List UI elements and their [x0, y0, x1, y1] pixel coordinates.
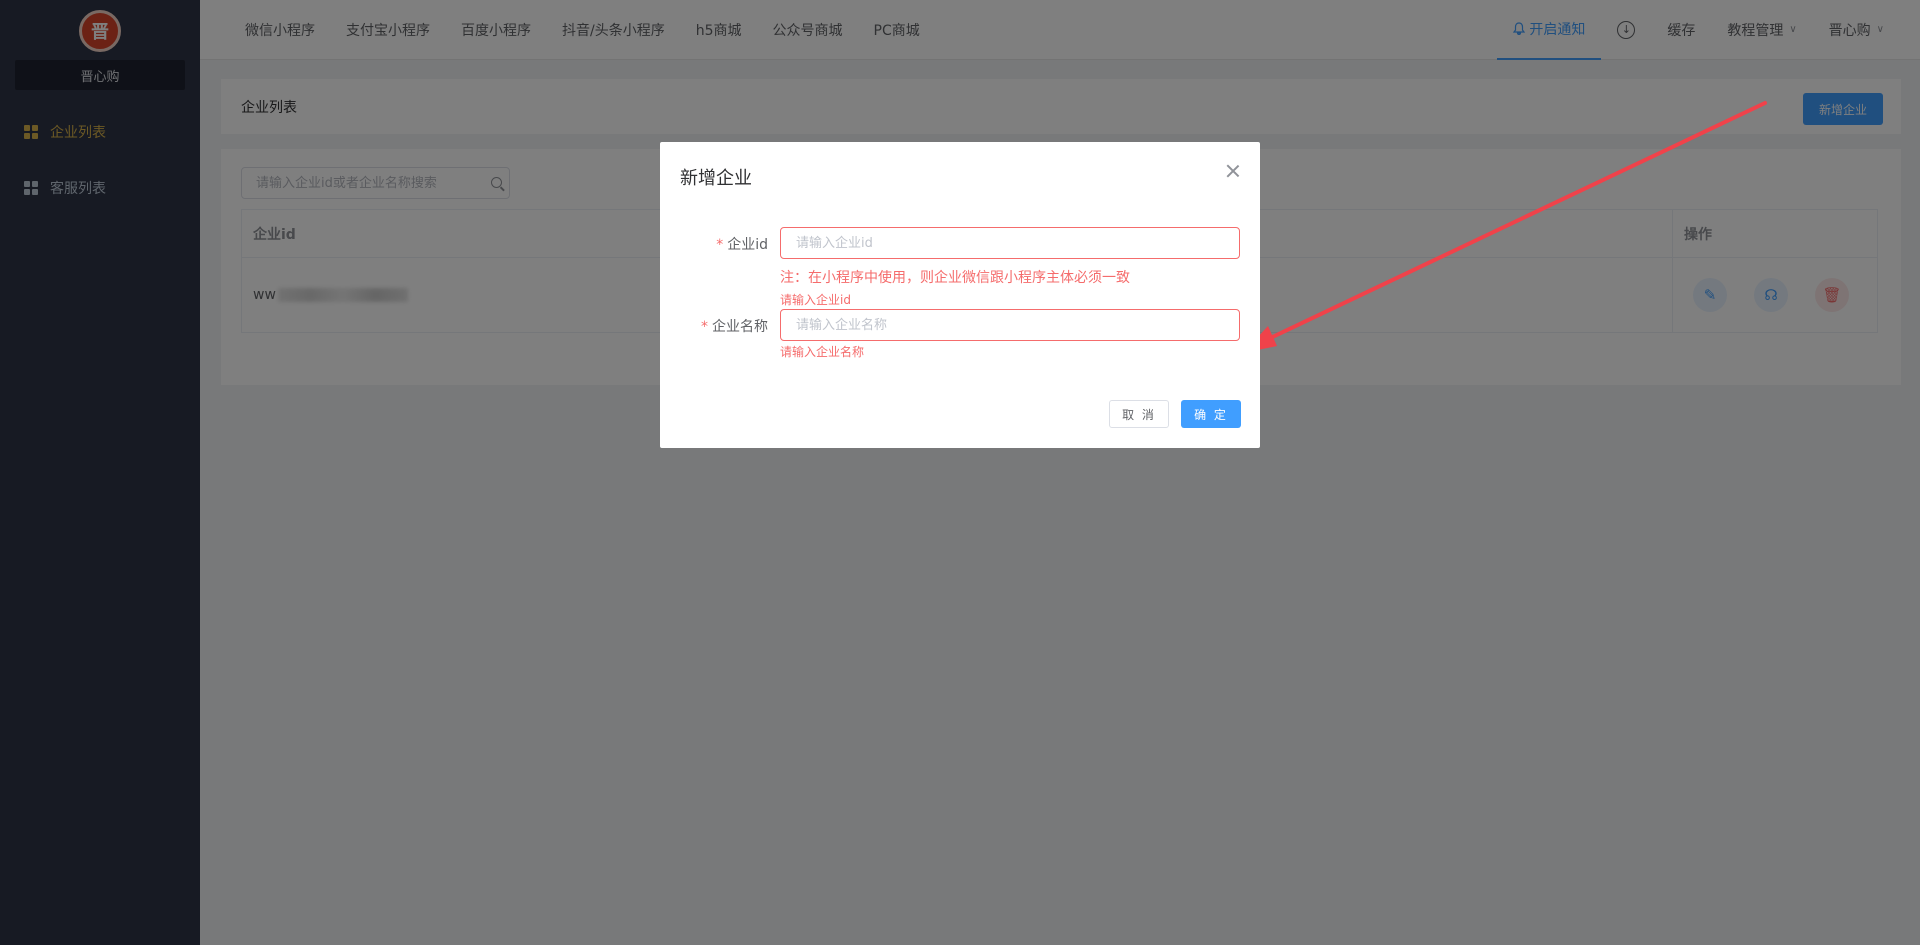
dialog-title: 新增企业 — [680, 168, 752, 189]
confirm-button[interactable]: 确 定 — [1181, 400, 1241, 428]
close-icon[interactable] — [1226, 164, 1240, 178]
cancel-button[interactable]: 取 消 — [1109, 400, 1169, 428]
enterprise-id-label: * 企业id — [716, 237, 768, 253]
enterprise-name-input[interactable] — [780, 309, 1240, 341]
enterprise-name-label: * 企业名称 — [701, 319, 768, 335]
enterprise-id-error: 请输入企业id — [780, 293, 851, 307]
enterprise-id-input[interactable] — [780, 227, 1240, 259]
enterprise-name-error: 请输入企业名称 — [780, 345, 865, 359]
add-enterprise-dialog: 新增企业 *企业id 注：在小程序中使用，则企业微信跟小程序主体必须一致 请输入… — [660, 142, 1260, 448]
usage-note: 注：在小程序中使用，则企业微信跟小程序主体必须一致 — [780, 270, 1130, 286]
